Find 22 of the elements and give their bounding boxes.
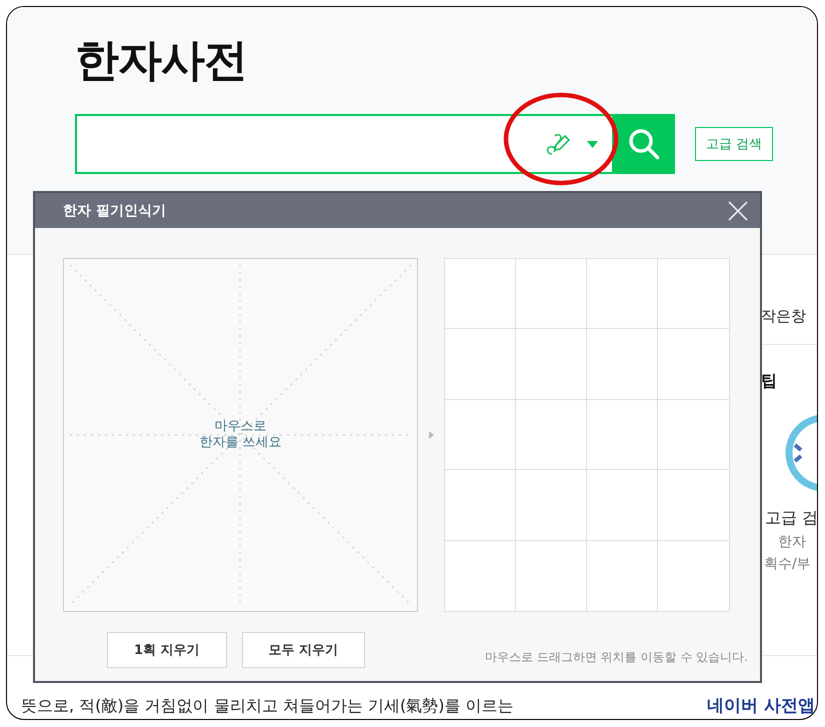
candidate-grid[interactable] bbox=[444, 258, 730, 612]
small-window-link[interactable]: 작은창 bbox=[761, 307, 817, 326]
drawing-canvas[interactable]: 마우스로 한자를 쓰세요 bbox=[63, 258, 418, 612]
popup-title: 한자 필기인식기 bbox=[63, 202, 166, 220]
dropdown-caret-icon[interactable] bbox=[587, 140, 598, 148]
ring-icon bbox=[783, 412, 817, 494]
drag-hint: 마우스로 드래그하면 위치를 이동할 수 있습니다. bbox=[485, 648, 748, 666]
canvas-hint: 마우스로 한자를 쓰세요 bbox=[199, 418, 282, 452]
advanced-search-text: 획수/부 bbox=[764, 555, 812, 573]
definition-text: 뜻으로, 적(敵)을 거침없이 물리치고 쳐들어가는 기세(氣勢)를 이르는 bbox=[21, 696, 514, 717]
page-title: 한자사전 bbox=[75, 34, 248, 88]
close-icon[interactable] bbox=[728, 200, 748, 220]
dictionary-app-link[interactable]: 네이버 사전앱 bbox=[707, 694, 815, 717]
advanced-search-heading: 고급 검 bbox=[765, 508, 817, 529]
search-icon bbox=[626, 127, 660, 161]
arrow-icon bbox=[429, 431, 434, 439]
search-field[interactable] bbox=[75, 114, 612, 174]
erase-button[interactable]: 1획 지우기 bbox=[107, 632, 227, 668]
erase-button[interactable]: 모두 지우기 bbox=[242, 632, 366, 668]
advanced-search-text: 한자 bbox=[778, 533, 807, 551]
tip-heading: 팁 bbox=[761, 371, 778, 392]
search-button[interactable] bbox=[612, 114, 675, 174]
